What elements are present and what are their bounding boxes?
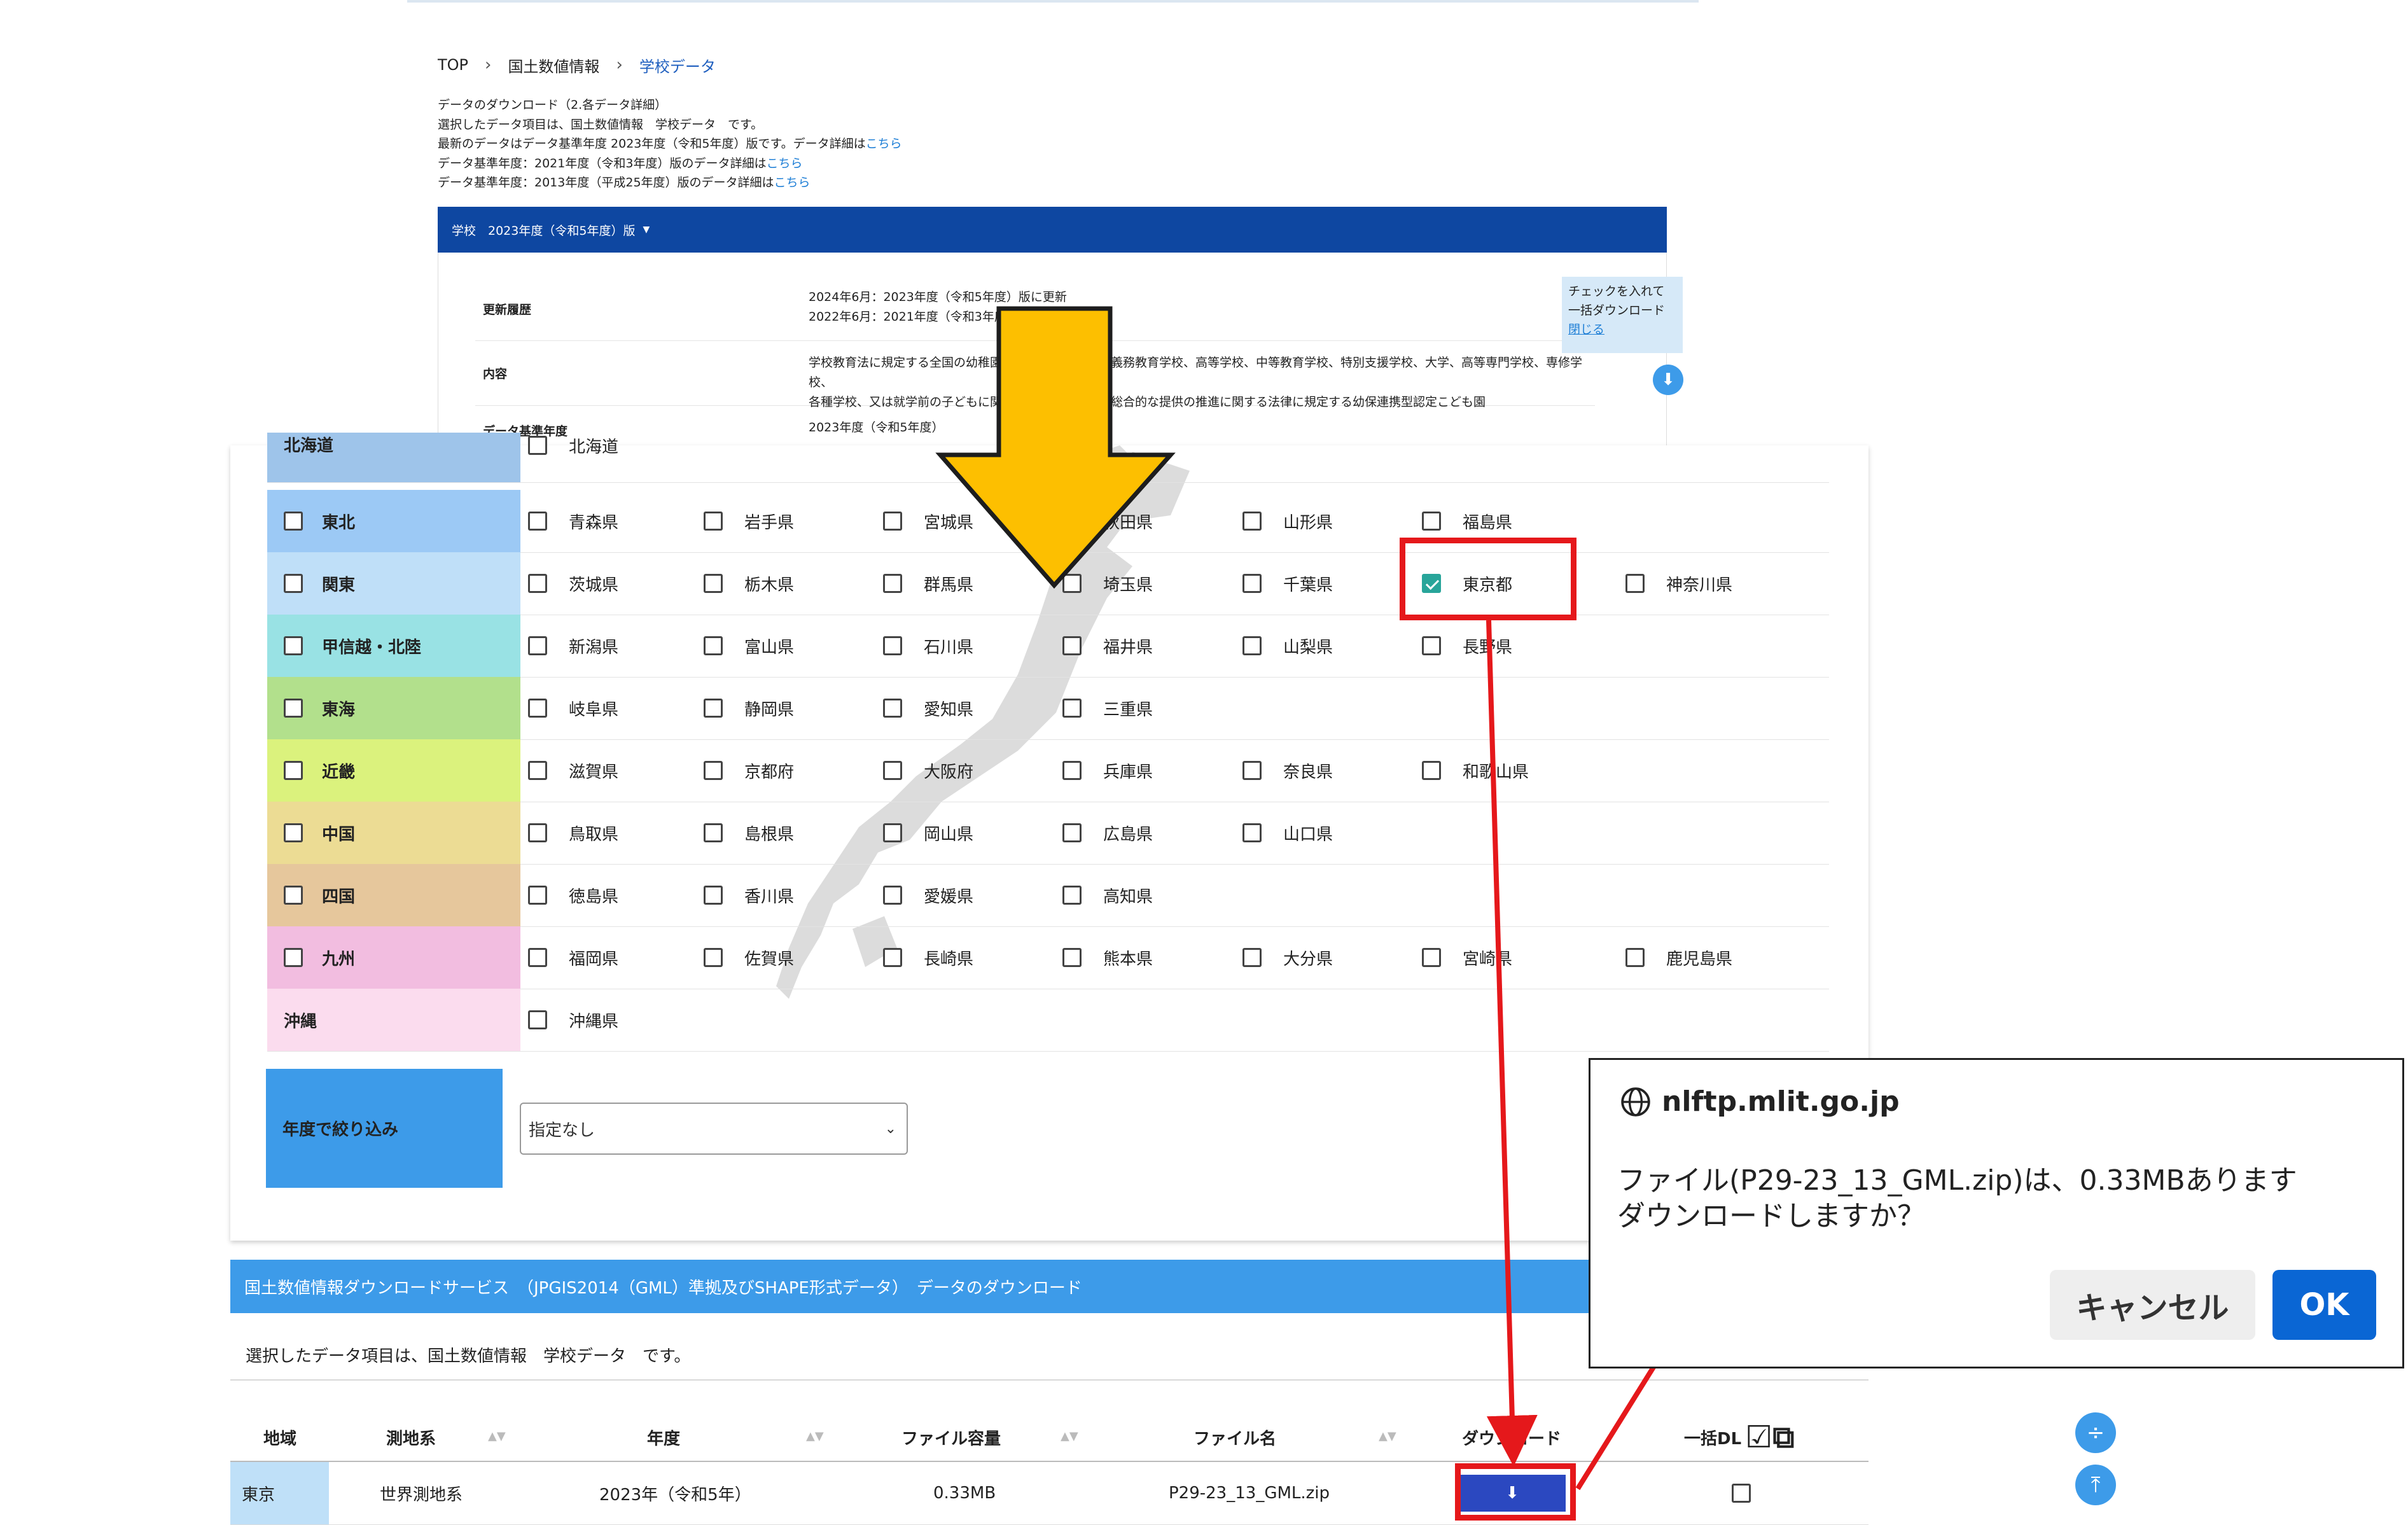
cancel-button[interactable]: キャンセル bbox=[2050, 1270, 2255, 1340]
dialog-message-line: ダウンロードしますか？ bbox=[1617, 1200, 1925, 1232]
download-confirm-dialog: nlftp.mlit.go.jp ファイル(P29-23_13_GML.zip)… bbox=[1589, 1058, 2404, 1368]
dialog-host-text: nlftp.mlit.go.jp bbox=[1662, 1085, 1900, 1118]
dialog-message-line: ファイル(P29-23_13_GML.zip)は、0.33MBあります bbox=[1617, 1164, 2297, 1197]
dialog-message: ファイル(P29-23_13_GML.zip)は、0.33MBあります ダウンロ… bbox=[1617, 1163, 2297, 1234]
ok-button[interactable]: OK bbox=[2272, 1270, 2376, 1340]
globe-icon bbox=[1621, 1087, 1650, 1117]
dialog-host: nlftp.mlit.go.jp bbox=[1620, 1085, 1900, 1118]
